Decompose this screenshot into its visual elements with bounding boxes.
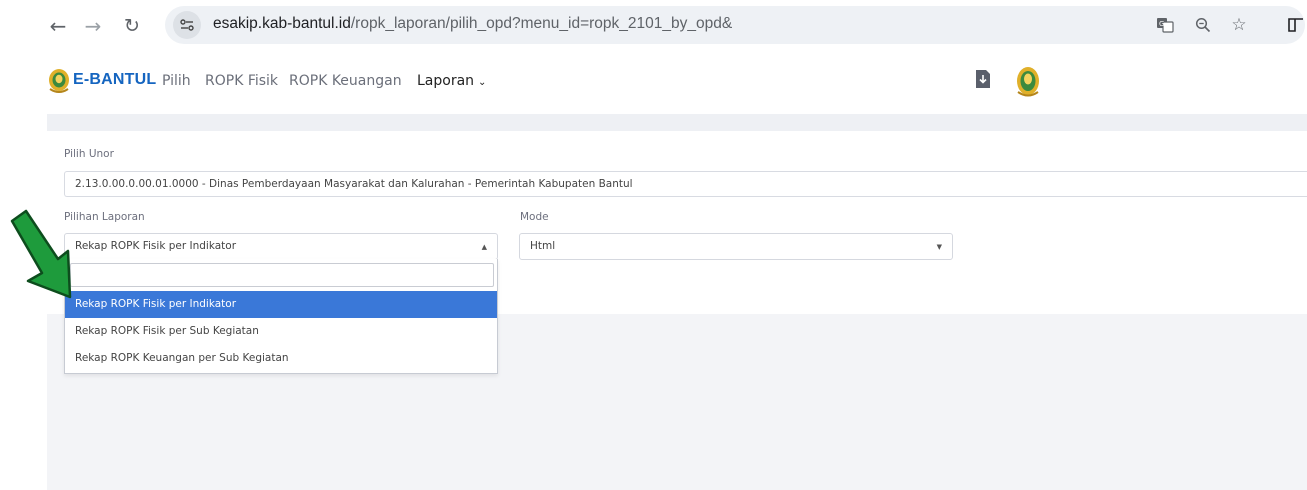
dropdown-option[interactable]: Rekap ROPK Fisik per Indikator bbox=[65, 291, 497, 318]
svg-text:G: G bbox=[1159, 20, 1164, 28]
mode-label: Mode bbox=[520, 211, 549, 223]
nav-item-laporan-label: Laporan bbox=[417, 73, 475, 89]
caret-down-icon: ▼ bbox=[936, 243, 942, 251]
content-top-strip bbox=[47, 114, 1307, 131]
url-path: /ropk_laporan/pilih_opd?menu_id=ropk_210… bbox=[350, 15, 733, 32]
reload-icon[interactable]: ↻ bbox=[118, 12, 146, 40]
dropdown-option[interactable]: Rekap ROPK Keuangan per Sub Kegiatan bbox=[65, 345, 497, 372]
mode-select[interactable]: Html ▼ bbox=[519, 233, 953, 260]
brand-name[interactable]: E-BANTUL bbox=[73, 71, 156, 89]
caret-up-icon: ▲ bbox=[481, 243, 487, 251]
dropdown-search-input[interactable] bbox=[70, 263, 494, 287]
translate-icon[interactable]: G bbox=[1155, 15, 1175, 35]
nav-item-laporan[interactable]: Laporan ⌄ bbox=[417, 73, 486, 89]
chevron-down-icon: ⌄ bbox=[478, 77, 487, 88]
nav-item-pilih[interactable]: Pilih bbox=[162, 73, 191, 89]
url-host: esakip.kab-bantul.id bbox=[213, 15, 351, 32]
dropdown-option[interactable]: Rekap ROPK Fisik per Sub Kegiatan bbox=[65, 318, 497, 345]
forward-arrow-icon[interactable]: → bbox=[79, 12, 107, 40]
app-navbar bbox=[0, 52, 1307, 114]
laporan-dropdown: Rekap ROPK Fisik per Indikator Rekap ROP… bbox=[64, 259, 498, 374]
url-text[interactable]: esakip.kab-bantul.id/ropk_laporan/pilih_… bbox=[213, 15, 732, 33]
laporan-label: Pilihan Laporan bbox=[64, 211, 145, 223]
nav-item-ropk-keuangan[interactable]: ROPK Keuangan bbox=[289, 73, 402, 89]
browser-toolbar: ← → ↻ esakip.kab-bantul.id/ropk_laporan/… bbox=[0, 0, 1307, 52]
nav-item-ropk-fisik[interactable]: ROPK Fisik bbox=[205, 73, 278, 89]
download-icon[interactable] bbox=[975, 69, 991, 89]
unor-label: Pilih Unor bbox=[64, 148, 114, 160]
unor-select[interactable]: 2.13.0.00.0.00.01.0000 - Dinas Pemberday… bbox=[64, 171, 1307, 197]
address-bar[interactable]: esakip.kab-bantul.id/ropk_laporan/pilih_… bbox=[165, 6, 1305, 44]
zoom-icon[interactable] bbox=[1193, 15, 1213, 35]
laporan-select[interactable]: Rekap ROPK Fisik per Indikator ▲ bbox=[64, 233, 498, 260]
extension-icon[interactable] bbox=[1286, 15, 1306, 35]
star-icon[interactable]: ☆ bbox=[1229, 15, 1249, 35]
back-arrow-icon[interactable]: ← bbox=[44, 12, 72, 40]
mode-selected-value: Html bbox=[530, 240, 556, 252]
avatar-emblem-icon[interactable] bbox=[1015, 65, 1041, 99]
logo-emblem-icon[interactable] bbox=[47, 67, 71, 95]
site-settings-icon[interactable] bbox=[173, 11, 201, 39]
laporan-selected-value: Rekap ROPK Fisik per Indikator bbox=[75, 240, 237, 252]
annotation-arrow-icon bbox=[10, 209, 72, 299]
